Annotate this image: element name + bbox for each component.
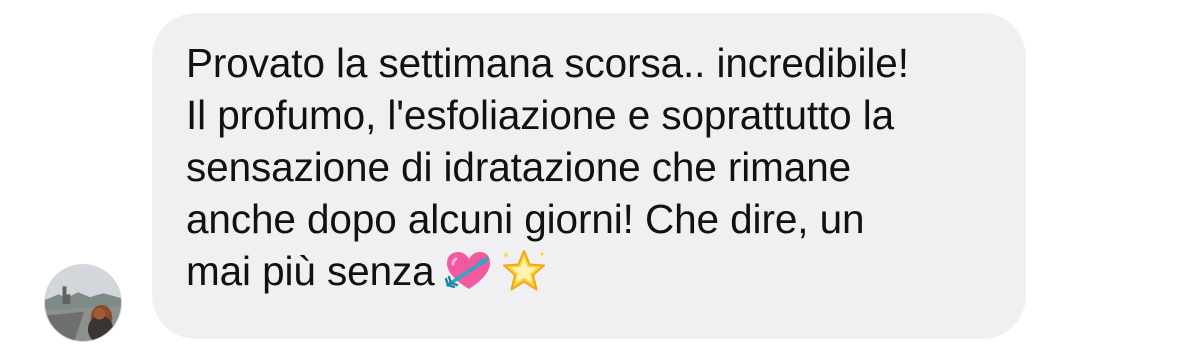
user-avatar-photo-icon [45, 265, 121, 341]
heart-with-arrow-icon [444, 249, 491, 293]
comment-text: Provato la settimana scorsa.. incredibil… [186, 37, 996, 297]
comment-thread: Provato la settimana scorsa.. incredibil… [0, 0, 1200, 362]
glowing-star-icon [501, 249, 547, 293]
comment-bubble: Provato la settimana scorsa.. incredibil… [152, 13, 1026, 339]
avatar[interactable] [44, 264, 122, 342]
comment-text-content: Provato la settimana scorsa.. incredibil… [186, 40, 909, 294]
